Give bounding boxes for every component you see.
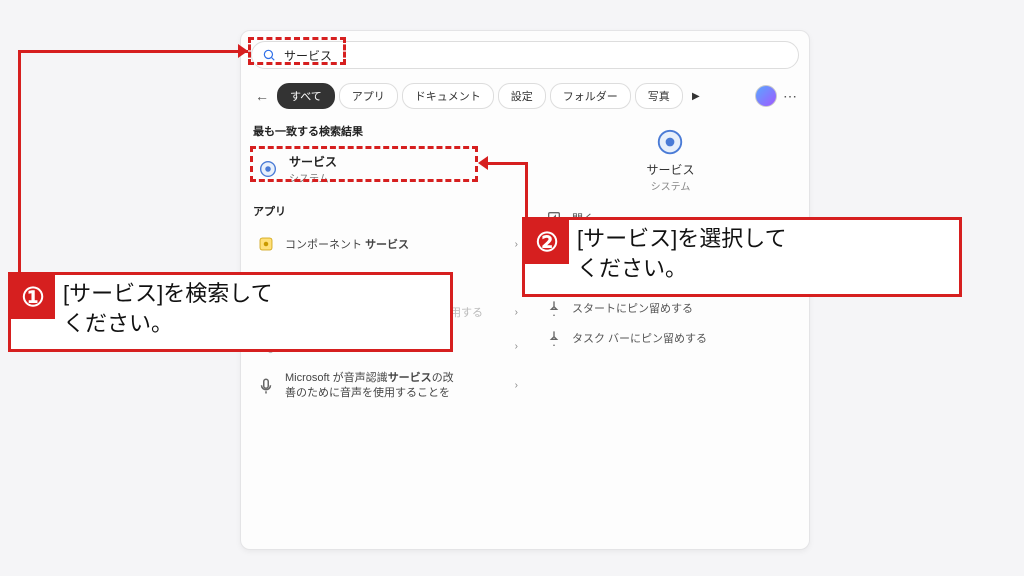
chevron-right-icon: › <box>515 380 518 391</box>
annotation-arrow-1 <box>18 50 21 275</box>
avatar[interactable] <box>755 85 777 107</box>
action-pin-taskbar[interactable]: タスク バーにピン留めする <box>542 323 799 353</box>
action-pin-start[interactable]: スタートにピン留めする <box>542 293 799 323</box>
tab-bar: ← すべて アプリ ドキュメント 設定 フォルダー 写真 ▶ ⋯ <box>251 83 799 109</box>
tab-documents[interactable]: ドキュメント <box>402 83 494 109</box>
details-subtitle: システム <box>542 178 799 193</box>
services-icon <box>257 158 279 180</box>
tab-all[interactable]: すべて <box>277 83 335 109</box>
annotation-arrowhead-2 <box>478 156 488 170</box>
services-large-icon <box>655 127 685 157</box>
annotation-text-1: [サービス]を検索して ください。 <box>55 275 281 344</box>
tab-folders[interactable]: フォルダー <box>550 83 631 109</box>
search-input[interactable] <box>284 48 788 62</box>
details-column: サービス システム 開く 管理者として実行 ファイルの場所を開く <box>536 117 799 539</box>
annotation-callout-2: ② [サービス]を選択して ください。 <box>525 220 795 289</box>
top-result-services[interactable]: サービス システム <box>251 147 530 191</box>
details-title: サービス <box>542 161 799 178</box>
action-label: スタートにピン留めする <box>572 300 693 316</box>
annotation-arrow-1 <box>18 50 248 53</box>
search-bar[interactable] <box>251 41 799 69</box>
more-tabs-icon[interactable]: ▶ <box>687 91 705 102</box>
apps-header: アプリ <box>253 203 530 219</box>
annotation-number-2: ② <box>525 220 569 264</box>
tab-photos[interactable]: 写真 <box>635 83 683 109</box>
annotation-arrow-2 <box>525 162 528 220</box>
pin-icon <box>546 330 562 346</box>
speech-icon <box>257 377 275 395</box>
tab-apps[interactable]: アプリ <box>339 83 398 109</box>
annotation-callout-1: ① [サービス]を検索して ください。 <box>11 275 281 344</box>
result-label: コンポーネント サービス <box>285 236 409 252</box>
annotation-text-2: [サービス]を選択して ください。 <box>569 220 795 289</box>
result-label: Microsoft が音声認識サービスの改 善のために音声を使用することを <box>285 371 454 401</box>
annotation-number-1: ① <box>11 275 55 319</box>
action-label: タスク バーにピン留めする <box>572 330 707 346</box>
more-icon[interactable]: ⋯ <box>781 88 799 105</box>
best-match-header: 最も一致する検索結果 <box>253 123 530 139</box>
result-ms-speech[interactable]: Microsoft が音声認識サービスの改 善のために音声を使用することを › <box>251 363 530 409</box>
pin-icon <box>546 300 562 316</box>
chevron-right-icon: › <box>515 239 518 250</box>
annotation-arrow-2 <box>488 162 528 165</box>
result-component-services[interactable]: コンポーネント サービス › <box>251 227 530 261</box>
chevron-right-icon: › <box>515 341 518 352</box>
chevron-right-icon: › <box>515 307 518 318</box>
back-icon[interactable]: ← <box>251 88 273 104</box>
top-result-subtitle: システム <box>289 170 337 185</box>
top-result-title: サービス <box>289 153 337 170</box>
annotation-arrowhead-1 <box>238 44 248 58</box>
tab-settings[interactable]: 設定 <box>498 83 546 109</box>
search-icon <box>262 48 276 62</box>
component-services-icon <box>257 235 275 253</box>
